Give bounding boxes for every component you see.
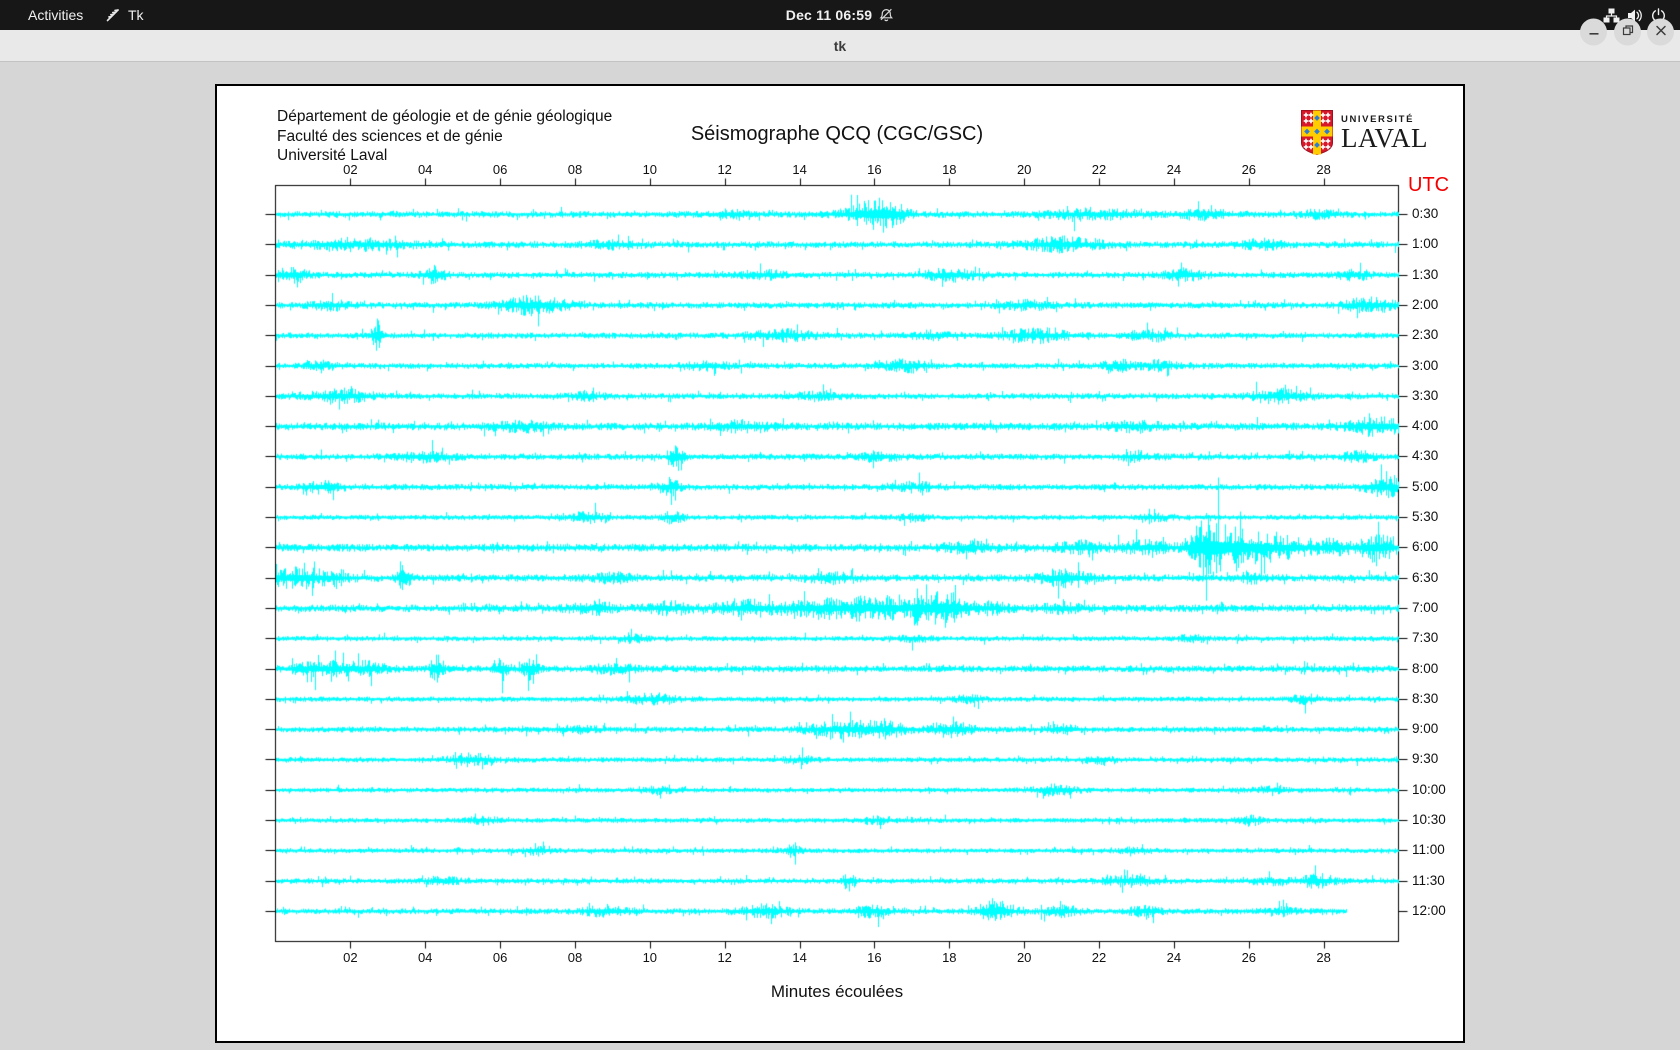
clock-label: Dec 11 06:59 <box>785 7 873 23</box>
close-button[interactable] <box>1647 18 1674 46</box>
institution-line-3: Université Laval <box>277 147 388 164</box>
time-tick-label: 2:00 <box>1412 296 1439 312</box>
universite-laval-logo: UNIVERSITÉ LAVAL <box>1300 110 1428 160</box>
time-tick-label: 5:30 <box>1412 509 1439 524</box>
restore-button[interactable] <box>1614 18 1641 46</box>
restore-icon <box>1622 23 1634 41</box>
time-tick-label: 4:30 <box>1412 448 1439 464</box>
x-tick-label-top: 08 <box>567 162 583 177</box>
window-title: tk <box>833 38 847 54</box>
window-title-bar[interactable]: tk <box>0 30 1680 62</box>
time-tick-label: 4:00 <box>1412 418 1439 434</box>
x-tick-label-bottom: 02 <box>343 950 358 965</box>
x-tick-label-bottom: 10 <box>642 950 658 965</box>
x-tick-label-top: 14 <box>792 162 807 177</box>
bell-muted-icon <box>879 8 894 23</box>
clock-menu[interactable]: Dec 11 06:59 <box>786 0 894 30</box>
time-tick-label: 12:00 <box>1412 902 1446 918</box>
x-tick-label-top: 12 <box>717 162 732 177</box>
time-tick-label: 2:30 <box>1412 327 1439 343</box>
x-tick-label-top: 28 <box>1316 162 1331 177</box>
time-tick-label: 7:30 <box>1412 630 1439 646</box>
time-tick-label: 9:00 <box>1412 721 1439 737</box>
x-tick-label-bottom: 24 <box>1166 950 1182 965</box>
time-tick-label: 10:30 <box>1412 812 1446 827</box>
time-tick-label: 8:30 <box>1412 690 1439 706</box>
x-tick-label-top: 10 <box>642 162 658 177</box>
x-tick-label-bottom: 22 <box>1091 950 1107 965</box>
time-tick-label: 11:00 <box>1412 842 1445 858</box>
x-axis-title: Minutes écoulées <box>770 982 904 1001</box>
minimize-icon <box>1588 23 1600 41</box>
x-tick-label-top: 26 <box>1241 162 1257 177</box>
logo-laval-text: LAVAL <box>1341 123 1429 153</box>
tk-feather-icon <box>105 7 121 23</box>
x-tick-label-bottom: 18 <box>942 950 957 965</box>
time-tick-label: 1:00 <box>1412 236 1439 252</box>
x-tick-label-top: 24 <box>1166 162 1182 177</box>
x-tick-label-bottom: 20 <box>1016 950 1032 965</box>
time-tick-label: 6:30 <box>1412 569 1439 585</box>
x-tick-label-bottom: 28 <box>1316 950 1331 965</box>
time-tick-label: 9:30 <box>1412 751 1439 767</box>
x-tick-label-top: 22 <box>1091 162 1107 177</box>
minimize-button[interactable] <box>1580 18 1607 46</box>
time-tick-label: 6:00 <box>1412 539 1439 555</box>
time-tick-label: 5:00 <box>1412 478 1439 494</box>
close-icon <box>1655 23 1667 41</box>
app-indicator-label: Tk <box>128 7 144 23</box>
top-bar: Activities Tk Dec 11 06:59 <box>0 0 1680 30</box>
time-tick-label: 3:30 <box>1412 387 1439 403</box>
x-tick-label-top: 16 <box>867 162 882 177</box>
time-tick-label: 3:00 <box>1412 357 1439 373</box>
laval-wordmark: UNIVERSITÉ LAVAL <box>1341 110 1429 153</box>
time-tick-label: 11:30 <box>1412 872 1445 888</box>
seismogram-canvas <box>217 86 1463 1041</box>
x-tick-label-bottom: 06 <box>492 950 508 965</box>
x-tick-label-top: 20 <box>1016 162 1032 177</box>
x-tick-label-bottom: 08 <box>567 950 583 965</box>
app-indicator[interactable]: Tk <box>105 0 144 30</box>
x-tick-label-top: 04 <box>417 162 433 177</box>
x-tick-label-top: 06 <box>492 162 508 177</box>
x-tick-label-bottom: 04 <box>417 950 433 965</box>
activities-label: Activities <box>28 7 84 23</box>
time-tick-label: 1:30 <box>1412 266 1439 282</box>
time-tick-label: 10:00 <box>1412 781 1446 797</box>
x-tick-label-bottom: 26 <box>1241 950 1257 965</box>
x-tick-label-bottom: 16 <box>867 950 882 965</box>
x-tick-label-bottom: 14 <box>792 950 807 965</box>
time-tick-label: 8:00 <box>1412 660 1439 676</box>
seismograph-figure: Département de géologie et de génie géol… <box>215 84 1465 1043</box>
wired-network-icon <box>1603 8 1620 23</box>
x-tick-label-top: 02 <box>343 162 358 177</box>
laval-shield-icon <box>1300 110 1334 160</box>
x-tick-label-bottom: 12 <box>717 950 732 965</box>
time-tick-label: 0:30 <box>1412 206 1439 221</box>
utc-axis-title: UTC <box>1408 174 1450 196</box>
time-tick-label: 7:00 <box>1412 599 1439 615</box>
x-tick-label-top: 18 <box>942 162 957 177</box>
figure-title: Séismographe QCQ (CGC/GSC) <box>690 123 984 145</box>
activities-button[interactable]: Activities <box>18 0 93 30</box>
